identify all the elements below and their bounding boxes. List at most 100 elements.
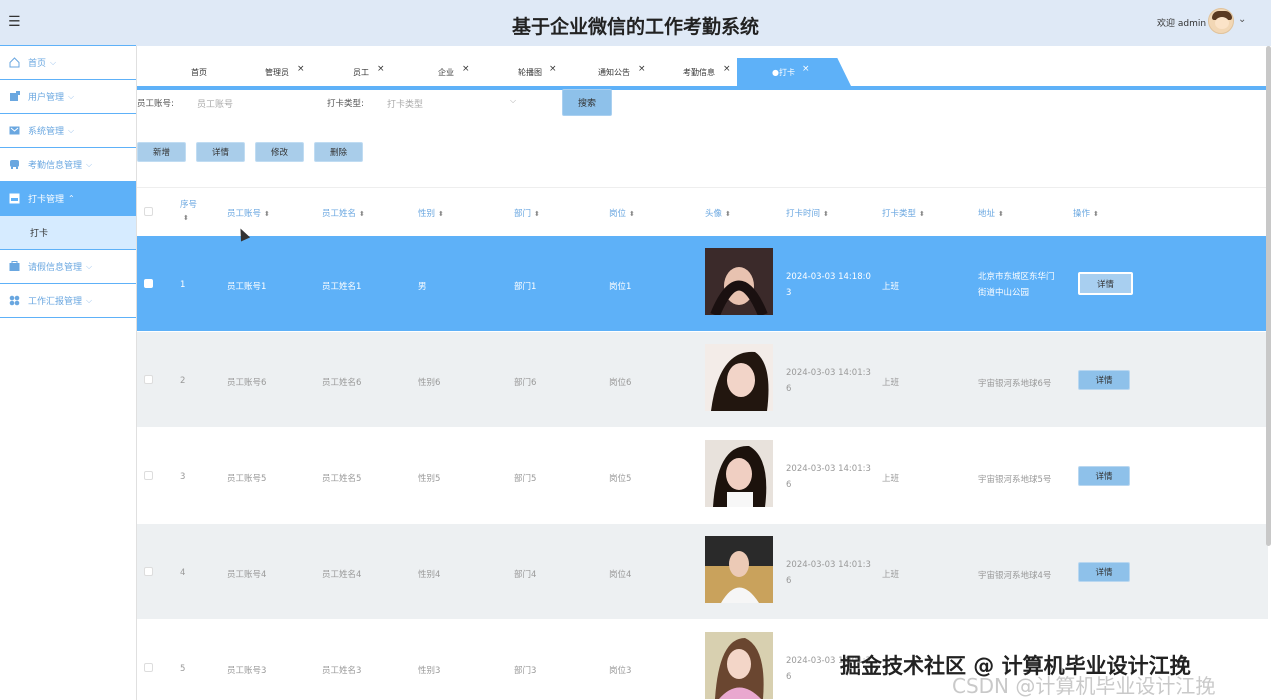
avatar-photo	[705, 344, 773, 411]
sidebar-item-clockin[interactable]: 打卡管理 ⌃	[0, 181, 136, 216]
chevron-down-icon: ⌵	[50, 57, 57, 67]
sidebar-item-leave[interactable]: 请假信息管理 ⌵	[0, 249, 136, 284]
column-header[interactable]: 性别 ⬍	[418, 207, 444, 219]
chevron-down-icon[interactable]: ⌵	[510, 96, 516, 106]
cell-type: 上班	[882, 570, 900, 580]
close-icon[interactable]: ×	[549, 64, 557, 74]
row-detail-button[interactable]: 详情	[1078, 370, 1130, 390]
cell-gender: 男	[418, 282, 427, 292]
edit-button[interactable]: 修改	[255, 142, 304, 162]
chevron-down-icon: ⌵	[68, 125, 75, 135]
account-label: 员工账号:	[137, 99, 174, 109]
close-icon[interactable]: ×	[297, 64, 305, 74]
tab-notice[interactable]: 通知公告 ×	[598, 58, 646, 86]
tab-company[interactable]: 企业 ×	[438, 58, 470, 86]
close-icon[interactable]: ×	[462, 64, 470, 74]
row-checkbox[interactable]	[144, 663, 153, 672]
cell-no: 2	[180, 376, 186, 386]
table-row[interactable]: 3 员工账号5 员工姓名5 性别5 部门5 岗位5 2024-03-03 14:…	[137, 427, 1268, 523]
sort-icon: ⬍	[725, 210, 731, 218]
sort-icon: ⬍	[438, 210, 444, 218]
leave-icon	[9, 261, 20, 272]
cell-name: 员工姓名4	[322, 570, 362, 580]
tab-clockin[interactable]: ●打卡 ×	[737, 58, 851, 86]
clockin-icon	[9, 193, 20, 204]
row-detail-button[interactable]: 详情	[1078, 466, 1130, 486]
column-header[interactable]: 岗位 ⬍	[609, 207, 635, 219]
cell-account: 员工账号1	[227, 282, 267, 292]
close-icon[interactable]: ×	[638, 64, 646, 74]
column-header[interactable]: 员工账号 ⬍	[227, 207, 270, 219]
data-table: 序号 ⬍ 员工账号 ⬍ 员工姓名 ⬍ 性别 ⬍ 部门 ⬍ 岗位 ⬍ 头像 ⬍ 打卡时间 ⬍ 打卡…	[137, 187, 1268, 699]
tab-label: 管理员	[265, 67, 289, 77]
sidebar-item-label: 系统管理	[28, 127, 65, 137]
chevron-down-icon: ⌵	[86, 295, 93, 305]
sidebar-item-system[interactable]: 系统管理 ⌵	[0, 113, 136, 148]
tab-attendance[interactable]: 考勤信息 ×	[683, 58, 731, 86]
column-header[interactable]: 序号 ⬍	[180, 199, 200, 225]
row-checkbox[interactable]	[144, 279, 153, 288]
row-checkbox[interactable]	[144, 375, 153, 384]
tab-label: 轮播图	[518, 67, 542, 77]
cell-no: 1	[180, 280, 186, 290]
column-header[interactable]: 部门 ⬍	[514, 207, 540, 219]
column-header[interactable]: 地址 ⬍	[978, 207, 1004, 219]
detail-button[interactable]: 详情	[196, 142, 245, 162]
sidebar-item-user[interactable]: 用户管理 ⌵	[0, 79, 136, 114]
cell-address: 宇宙银河系地球6号	[978, 379, 1052, 389]
sidebar-item-attendance[interactable]: 考勤信息管理 ⌵	[0, 147, 136, 182]
column-header[interactable]: 打卡时间 ⬍	[786, 207, 829, 219]
cell-address: 宇宙银河系地球4号	[978, 571, 1052, 581]
tab-label: 员工	[353, 67, 369, 77]
avatar-photo	[705, 632, 773, 699]
attendance-icon	[9, 159, 20, 170]
tab-staff[interactable]: 员工 ×	[353, 58, 385, 86]
column-header[interactable]: 员工姓名 ⬍	[322, 207, 365, 219]
tab-home[interactable]: 首页	[191, 58, 207, 86]
close-icon[interactable]: ×	[723, 64, 731, 74]
cell-gender: 性别3	[418, 666, 441, 676]
cell-post: 岗位3	[609, 666, 632, 676]
search-button[interactable]: 搜索	[562, 89, 612, 116]
cell-post: 岗位6	[609, 378, 632, 388]
sidebar-subitem-clockin[interactable]: 打卡	[0, 216, 136, 250]
table-row[interactable]: 4 员工账号4 员工姓名4 性别4 部门4 岗位4 2024-03-03 14:…	[137, 523, 1268, 619]
delete-button[interactable]: 删除	[314, 142, 363, 162]
row-detail-button[interactable]: 详情	[1078, 272, 1133, 295]
add-button[interactable]: 新增	[137, 142, 186, 162]
select-all-checkbox[interactable]	[144, 207, 153, 216]
type-select[interactable]: 打卡类型	[387, 92, 522, 114]
avatar-photo	[705, 248, 773, 315]
sidebar-item-label: 首页	[28, 59, 47, 69]
sidebar-item-report[interactable]: 工作汇报管理 ⌵	[0, 283, 136, 318]
column-header[interactable]: 操作 ⬍	[1073, 207, 1099, 219]
table-row[interactable]: 2 员工账号6 员工姓名6 性别6 部门6 岗位6 2024-03-03 14:…	[137, 331, 1268, 427]
chevron-down-icon[interactable]: ⌄	[1238, 14, 1246, 25]
close-icon[interactable]: ×	[802, 64, 810, 74]
tab-admin[interactable]: 管理员 ×	[265, 58, 305, 86]
cell-no: 4	[180, 568, 186, 578]
sidebar-item-home[interactable]: 首页 ⌵	[0, 45, 136, 80]
scrollbar[interactable]	[1266, 46, 1271, 546]
tab-label: ●打卡	[772, 67, 795, 77]
top-header: ☰ 基于企业微信的工作考勤系统 欢迎 admin ⌄	[0, 0, 1271, 46]
sort-icon: ⬍	[264, 210, 270, 218]
avatar-photo	[705, 440, 773, 507]
cell-gender: 性别6	[418, 378, 441, 388]
chevron-down-icon: ⌵	[68, 91, 75, 101]
cell-time: 2024-03-03 14:18:03	[786, 272, 871, 298]
cell-name: 员工姓名5	[322, 474, 362, 484]
sort-icon: ⬍	[359, 210, 365, 218]
avatar[interactable]	[1208, 8, 1234, 34]
row-checkbox[interactable]	[144, 471, 153, 480]
column-header[interactable]: 打卡类型 ⬍	[882, 207, 925, 219]
row-checkbox[interactable]	[144, 567, 153, 576]
row-detail-button[interactable]: 详情	[1078, 562, 1130, 582]
table-row[interactable]: 1 员工账号1 员工姓名1 男 部门1 岗位1 2024-03-03 14:18…	[137, 235, 1268, 331]
chevron-up-icon: ⌃	[68, 194, 75, 203]
close-icon[interactable]: ×	[377, 64, 385, 74]
account-input[interactable]: 员工账号	[197, 92, 317, 114]
cell-type: 上班	[882, 282, 900, 292]
column-header[interactable]: 头像 ⬍	[705, 207, 731, 219]
tab-carousel[interactable]: 轮播图 ×	[518, 58, 557, 86]
